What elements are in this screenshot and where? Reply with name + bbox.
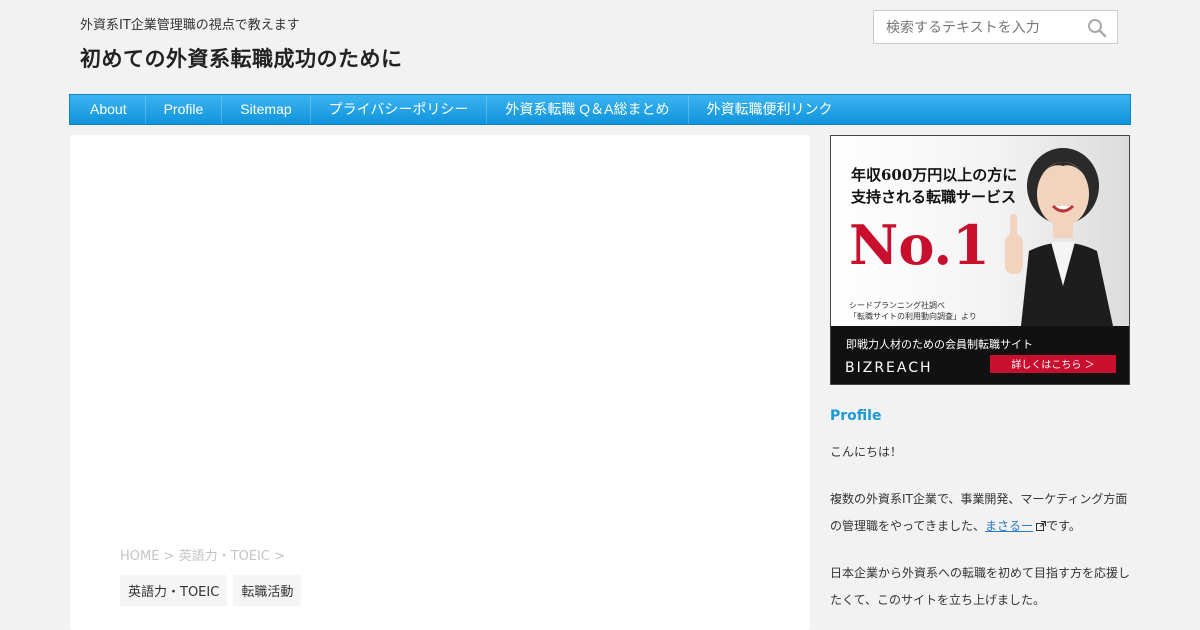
nav-item-privacy-policy[interactable]: プライバシーポリシー [311,95,488,124]
nav-item-profile[interactable]: Profile [146,95,223,124]
profile-text: です。 [1046,519,1081,533]
nav-item-sitemap[interactable]: Sitemap [222,95,311,124]
category-tag-english[interactable]: 英語力・TOEIC [120,575,228,606]
profile-paragraph-career: 複数の外資系IT企業で、事業開発、マーケティング方面の管理職をやってきました、ま… [830,486,1132,540]
external-link-icon [1036,521,1047,531]
profile-paragraph-purpose: 日本企業から外資系への転職を初めて目指す方を応援したくて、このサイトを立ち上げま… [830,566,1131,607]
nav-item-qa-summary[interactable]: 外資系転職 Q＆A総まとめ [487,95,689,124]
ad-headline-2: 支持される転職サービス [850,188,1016,206]
breadcrumb-category[interactable]: 英語力・TOEIC [179,549,270,564]
site-tagline: 外資系IT企業管理職の視点で教えます [80,18,300,33]
breadcrumb-separator: > [269,549,285,564]
breadcrumb-home[interactable]: HOME [120,549,159,564]
category-tags: 英語力・TOEIC 転職活動 [120,575,302,606]
nav-item-about[interactable]: About [70,95,146,124]
search-input[interactable] [884,11,1083,45]
main-nav: About Profile Sitemap プライバシーポリシー 外資系転職 Q… [69,94,1131,125]
sidebar-title-profile: Profile [830,408,882,424]
ad-cta-label[interactable]: 詳しくはこちら ＞ [1011,358,1094,371]
profile-text: 複数の外資系IT企業で、事業開発、マーケティング方面の管理職をやってきました、 [830,492,1128,533]
ad-note-2: 「転職サイトの利用動向調査」より [849,311,977,321]
profile-author-link[interactable]: まさるー [985,519,1033,533]
ad-note-1: シードプランニング社調べ [849,300,945,310]
ad-brand-logo: BIZREACH [845,360,933,376]
site-title[interactable]: 初めての外資系転職成功のために [80,43,403,73]
breadcrumb: HOME > 英語力・TOEIC > [120,545,285,564]
ad-caption: 即戦力人材のための会員制転職サイト [846,337,1033,351]
category-tag-job-hunting[interactable]: 転職活動 [233,575,302,606]
profile-greeting: こんにちは！ [830,445,903,459]
breadcrumb-separator: > [159,549,179,564]
ad-banner-graphic: 年収600万円以上の方に 支持される転職サービス No.1 シードプランニング社… [831,136,1129,384]
ad-banner[interactable]: 年収600万円以上の方に 支持される転職サービス No.1 シードプランニング社… [830,135,1130,385]
ad-big-number: No.1 [849,213,990,277]
search-box[interactable] [873,10,1118,45]
nav-item-useful-links[interactable]: 外資転職便利リンク [689,95,851,124]
ad-headline-1: 年収600万円以上の方に [851,166,1017,184]
main-content: HOME > 英語力・TOEIC > 英語力・TOEIC 転職活動 [70,135,810,630]
search-icon[interactable] [1087,18,1107,38]
